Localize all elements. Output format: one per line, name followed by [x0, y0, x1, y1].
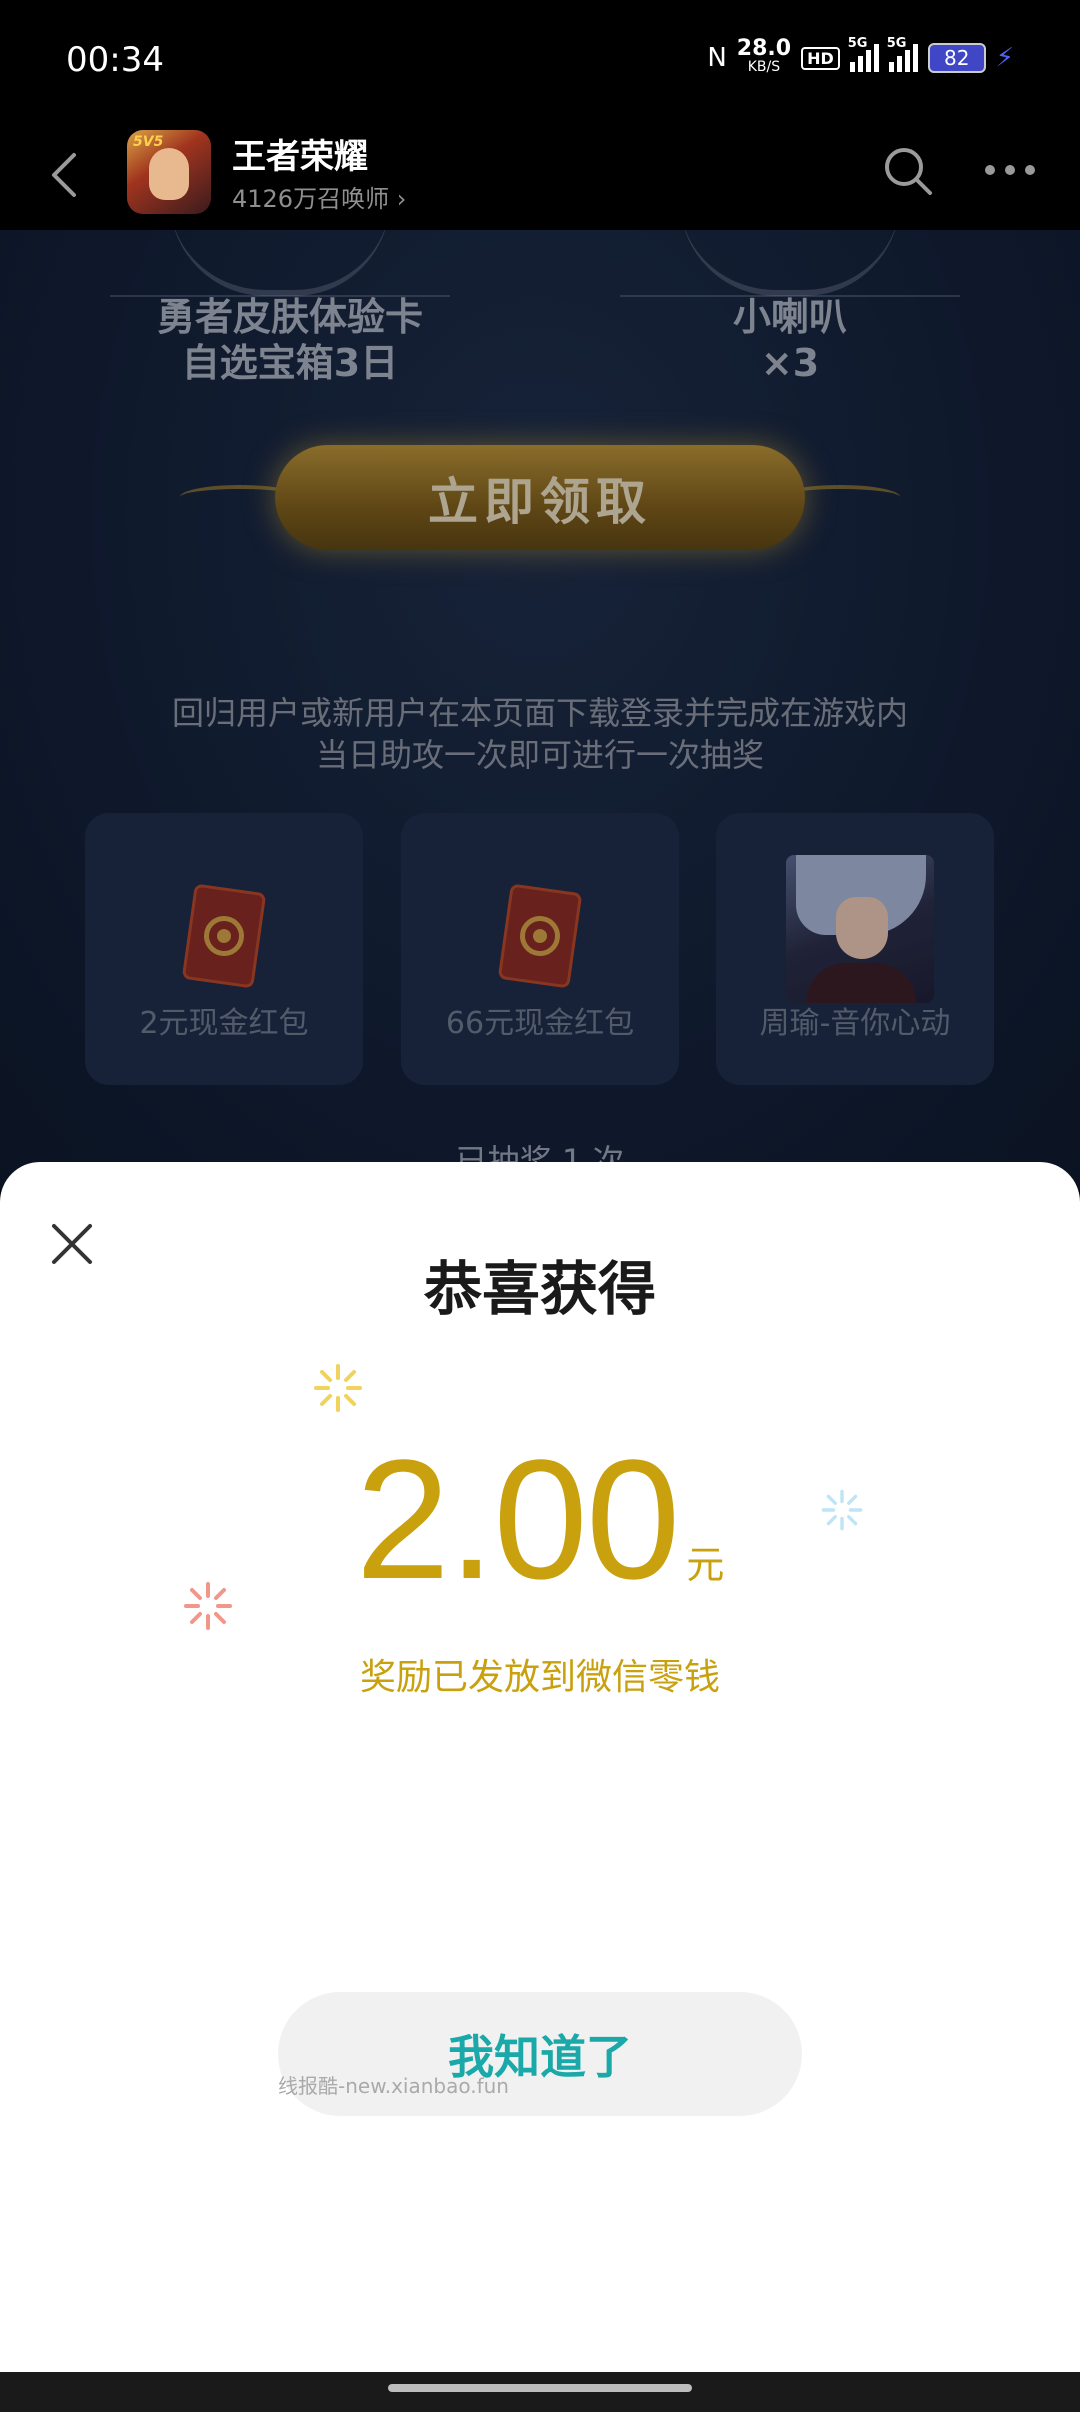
- reward-label: 2元现金红包: [139, 1006, 309, 1041]
- network-speed: 28.0 KB/S: [736, 36, 792, 76]
- app-subtitle-text: 4126万召唤师: [232, 185, 390, 213]
- back-button[interactable]: [38, 145, 98, 205]
- network-speed-unit: KB/S: [747, 59, 781, 75]
- reward-dialog: 恭喜获得 2.00 元 奖励已发放到微信零钱 我知道了 线报酷-new.xian…: [0, 1162, 1080, 2372]
- reward-label: 周瑜-音你心动: [759, 1006, 951, 1041]
- prize-label-horn: 小喇叭 ×3: [620, 294, 960, 386]
- hd-icon: HD: [801, 46, 840, 70]
- notice-line-2: 当日助攻一次即可进行一次抽奖: [315, 736, 764, 774]
- signal-icon: 5G: [848, 36, 879, 72]
- red-envelope-icon: [497, 883, 583, 989]
- status-bar: 00:34 N 28.0 KB/S HD 5G 5G 82 ⚡: [0, 0, 1080, 125]
- reward-note: 奖励已发放到微信零钱: [359, 1657, 720, 1698]
- red-envelope-icon: [181, 883, 267, 989]
- page-content: 勇者皮肤体验卡 自选宝箱3日 小喇叭 ×3 立即领取 回归用户或新用户在本页面下…: [0, 230, 1080, 1190]
- reward-label: 66元现金红包: [445, 1006, 635, 1041]
- search-icon: [885, 148, 932, 195]
- prize-line-2: ×3: [760, 341, 820, 385]
- signal-icon-2: 5G: [887, 36, 918, 72]
- signal-network-label-2: 5G: [886, 36, 907, 51]
- hero-skin-image: [786, 855, 934, 1003]
- app-avatar[interactable]: 5V5: [127, 130, 211, 214]
- app-subtitle[interactable]: 4126万召唤师 ›: [232, 179, 406, 214]
- status-icons: N 28.0 KB/S HD 5G 5G 82 ⚡: [707, 36, 1014, 76]
- app-header: 5V5 王者荣耀 4126万召唤师 ›: [0, 125, 1080, 230]
- charging-icon: ⚡: [995, 43, 1014, 73]
- chevron-left-icon: [52, 153, 76, 197]
- reward-amount: 2.00 元: [0, 1422, 1080, 1618]
- notice-line-1: 回归用户或新用户在本页面下载登录并完成在游戏内: [171, 694, 908, 732]
- home-indicator[interactable]: [388, 2384, 692, 2392]
- reward-card-66-yuan[interactable]: 66元现金红包: [401, 813, 679, 1085]
- chevron-right-icon: ›: [396, 185, 407, 213]
- amount-value: 2.00: [355, 1425, 681, 1615]
- prize-frame-left: [170, 230, 390, 296]
- prize-frame-right: [680, 230, 900, 296]
- battery-icon: 82: [927, 43, 986, 73]
- app-title[interactable]: 王者荣耀: [232, 129, 368, 178]
- claim-button[interactable]: 立即领取: [275, 445, 805, 550]
- avatar-badge: 5V5: [133, 134, 164, 150]
- prize-line-1: 勇者皮肤体验卡: [156, 295, 423, 339]
- amount-unit: 元: [686, 1543, 725, 1587]
- more-button[interactable]: [980, 145, 1040, 195]
- prize-line-1: 小喇叭: [732, 295, 847, 339]
- navigation-bar: [0, 2372, 1080, 2412]
- sparkle-icon: [314, 1364, 362, 1412]
- nfc-icon: N: [707, 43, 727, 73]
- signal-network-label: 5G: [847, 36, 868, 51]
- watermark: 线报酷-new.xianbao.fun: [278, 2074, 509, 2098]
- network-speed-value: 28.0: [736, 36, 792, 61]
- status-time: 00:34: [66, 40, 164, 80]
- prize-line-2: 自选宝箱3日: [181, 341, 399, 385]
- reward-card-skin[interactable]: 周瑜-音你心动: [716, 813, 994, 1085]
- reward-card-2-yuan[interactable]: 2元现金红包: [85, 813, 363, 1085]
- prize-label-skin: 勇者皮肤体验卡 自选宝箱3日: [120, 294, 460, 386]
- dialog-title: 恭喜获得: [423, 1255, 656, 1323]
- search-button[interactable]: [880, 143, 936, 199]
- more-icon: [985, 165, 1035, 175]
- notice-text: 回归用户或新用户在本页面下载登录并完成在游戏内 当日助攻一次即可进行一次抽奖: [0, 692, 1080, 776]
